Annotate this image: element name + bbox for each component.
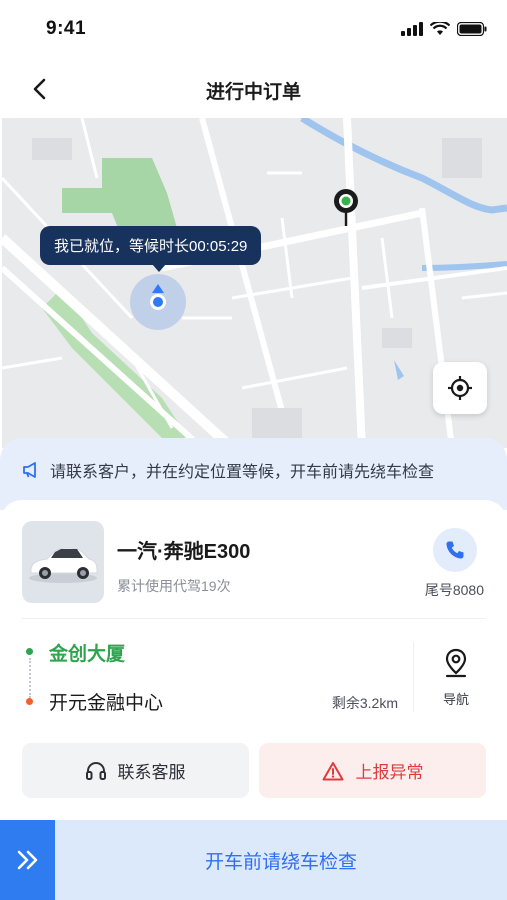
status-bar: 9:41 bbox=[0, 0, 507, 58]
status-time: 9:41 bbox=[46, 18, 87, 39]
map-background bbox=[2, 118, 507, 448]
phone-icon bbox=[446, 541, 464, 559]
contact-service-button[interactable]: 联系客服 bbox=[22, 743, 249, 798]
map-pin-icon bbox=[445, 648, 467, 678]
slide-hint-text: 开车前请绕车检查 bbox=[204, 852, 357, 873]
call-customer-button[interactable] bbox=[433, 528, 477, 572]
nav-bar: 进行中订单 bbox=[0, 62, 507, 116]
usage-count: 累计使用代驾19次 bbox=[117, 578, 231, 594]
contact-service-label: 联系客服 bbox=[117, 763, 186, 782]
vertical-divider bbox=[413, 642, 414, 712]
plate-suffix: 尾号8080 bbox=[424, 582, 484, 598]
divider bbox=[22, 618, 485, 619]
report-issue-button[interactable]: 上报异常 bbox=[259, 743, 486, 798]
wifi-icon bbox=[430, 22, 450, 35]
warning-icon bbox=[322, 761, 343, 780]
car-model: 一汽·奔驰E300 bbox=[117, 541, 251, 563]
signal-icon bbox=[401, 22, 423, 36]
route-info: 金创大厦 开元金融中心 剩余3.2km bbox=[22, 632, 412, 722]
order-card: 一汽·奔驰E300 累计使用代驾19次 尾号8080 金创大厦 开元金融中心 剩… bbox=[0, 500, 507, 820]
map-view[interactable]: 我已就位，等候时长00:05:29 bbox=[2, 118, 507, 448]
start-location: 金创大厦 bbox=[49, 644, 126, 665]
driver-location-marker bbox=[130, 274, 186, 330]
heading-arrow-icon bbox=[152, 284, 164, 293]
megaphone-icon bbox=[23, 462, 36, 478]
route-connector bbox=[29, 658, 31, 698]
slide-to-start-bar[interactable]: 开车前请绕车检查 bbox=[0, 820, 507, 900]
remaining-distance: 剩余3.2km bbox=[331, 695, 398, 711]
location-dot bbox=[150, 294, 166, 310]
status-icons bbox=[401, 22, 487, 36]
waiting-time-bubble: 我已就位，等候时长00:05:29 bbox=[40, 226, 262, 272]
recenter-button[interactable] bbox=[433, 362, 487, 414]
double-chevron-right-icon bbox=[17, 850, 37, 870]
notice-text: 请联系客户，并在约定位置等候，开车前请先绕车检查 bbox=[50, 464, 435, 481]
report-issue-label: 上报异常 bbox=[355, 763, 424, 782]
navigation-button[interactable]: 导航 bbox=[428, 648, 484, 710]
end-dot bbox=[26, 698, 33, 705]
page-title: 进行中订单 bbox=[205, 82, 301, 103]
slide-handle[interactable] bbox=[0, 820, 55, 900]
start-dot bbox=[26, 648, 33, 655]
car-image bbox=[22, 521, 104, 603]
crosshair-icon bbox=[448, 376, 472, 400]
end-location: 开元金融中心 bbox=[49, 693, 164, 714]
headset-icon bbox=[85, 761, 106, 780]
car-icon bbox=[29, 547, 98, 583]
battery-icon bbox=[457, 22, 487, 36]
pickup-pin-icon[interactable] bbox=[332, 188, 360, 228]
navigation-label: 导航 bbox=[442, 692, 469, 707]
